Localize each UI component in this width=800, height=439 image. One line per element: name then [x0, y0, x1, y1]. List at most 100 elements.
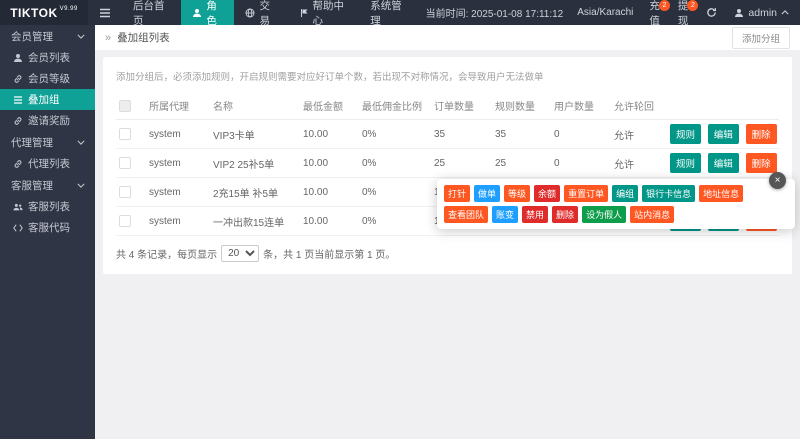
add-group-button[interactable]: 添加分组 [732, 27, 790, 49]
sidebar-item-overlay-group[interactable]: 叠加组 [0, 89, 95, 110]
table-row: system VIP3卡单 10.00 0% 35 35 0 允许 规则 编辑 … [116, 120, 779, 149]
row-checkbox[interactable] [119, 128, 131, 140]
table-header-row: 所属代理 名称 最低金额 最低佣金比例 订单数量 规则数量 用户数量 允许轮回 [116, 92, 779, 120]
sidebar-item-label: 代理列表 [28, 156, 70, 171]
bank-card-info-button[interactable]: 银行卡信息 [642, 185, 695, 202]
withdraw-link[interactable]: 提现 2 [669, 0, 698, 25]
sidebar-section-agent-management[interactable]: 代理管理 [0, 131, 95, 153]
cell-name: 一冲出款15连单 [210, 207, 300, 236]
sidebar-section-label: 会员管理 [11, 29, 53, 44]
cell-agent: system [146, 178, 210, 207]
main-content: » 叠加组列表 添加分组 添加分组后，必须添加规则，开启规则需要对应好订单个数，… [95, 25, 800, 439]
top-nav: 后台首页 角色 交易 帮助中心 系统管理 [122, 0, 419, 25]
select-all-checkbox[interactable] [119, 100, 131, 112]
cell-min-commission: 0% [359, 178, 431, 207]
view-team-button[interactable]: 查看团队 [444, 206, 488, 223]
cell-min-amount: 10.00 [300, 207, 359, 236]
delete-user-button[interactable]: 删除 [552, 206, 578, 223]
group-assign-button[interactable]: 编组 [612, 185, 638, 202]
make-order-button[interactable]: 做单 [474, 185, 500, 202]
rule-button[interactable]: 规则 [670, 153, 701, 173]
nav-item-role[interactable]: 角色 [181, 0, 234, 25]
nav-label: 后台首页 [133, 0, 170, 28]
rule-button[interactable]: 规则 [670, 124, 701, 144]
cell-min-amount: 10.00 [300, 178, 359, 207]
nav-item-system[interactable]: 系统管理 [359, 0, 418, 25]
site-message-button[interactable]: 站内消息 [630, 206, 674, 223]
nav-item-trade[interactable]: 交易 [234, 0, 287, 25]
refresh-button[interactable] [697, 7, 726, 18]
sidebar-section-service-management[interactable]: 客服管理 [0, 174, 95, 196]
address-info-button[interactable]: 地址信息 [699, 185, 743, 202]
link-icon [13, 74, 23, 84]
logo-version: V9.99 [60, 6, 78, 12]
user-icon [192, 8, 202, 18]
link-icon [13, 159, 23, 169]
user-actions-popup: 打针 做单 等级 余额 重置订单 编组 银行卡信息 地址信息 查看团队 账变 禁… [437, 179, 795, 229]
nav-item-dashboard[interactable]: 后台首页 [122, 0, 181, 25]
recharge-link[interactable]: 充值 2 [640, 0, 669, 25]
level-button[interactable]: 等级 [504, 185, 530, 202]
user-icon [13, 53, 23, 63]
disable-button[interactable]: 禁用 [522, 206, 548, 223]
nav-label: 交易 [259, 0, 276, 28]
pagination-suffix: 条，共 1 页当前显示第 1 页。 [263, 246, 395, 261]
account-change-button[interactable]: 账变 [492, 206, 518, 223]
nav-item-help-center[interactable]: 帮助中心 [288, 0, 360, 25]
delete-button[interactable]: 删除 [746, 153, 777, 173]
logo[interactable]: TIKTOK V9.99 [0, 0, 88, 25]
notice-text: 添加分组后，必须添加规则，开启规则需要对应好订单个数，若出现不对称情况，会导致用… [103, 57, 792, 92]
breadcrumb-bar: » 叠加组列表 添加分组 [95, 25, 800, 50]
cell-agent: system [146, 120, 210, 149]
cell-order-count: 35 [431, 120, 492, 149]
column-header-actions [667, 92, 779, 120]
groups-card: 添加分组后，必须添加规则，开启规则需要对应好订单个数，若出现不对称情况，会导致用… [103, 57, 792, 274]
flag-icon [299, 8, 309, 18]
sidebar-item-label: 客服代码 [28, 220, 70, 235]
sidebar-item-service-code[interactable]: 客服代码 [0, 217, 95, 238]
menu-toggle-icon[interactable] [88, 0, 122, 25]
users-icon [13, 202, 23, 212]
table-row: system VIP2 25补5单 10.00 0% 25 25 0 允许 规则… [116, 149, 779, 178]
sidebar-item-label: 叠加组 [28, 92, 60, 107]
topbar: TIKTOK V9.99 后台首页 角色 交易 帮助中心 系统管理 当前时间: … [0, 0, 800, 25]
timezone-select[interactable]: Asia/Karachi [570, 7, 640, 18]
reset-orders-button[interactable]: 重置订单 [564, 185, 608, 202]
list-icon [13, 95, 23, 105]
row-checkbox[interactable] [119, 215, 131, 227]
chevron-down-icon [77, 140, 85, 145]
close-icon[interactable]: × [769, 172, 786, 189]
withdraw-badge: 2 [687, 0, 698, 11]
cell-user-count: 0 [551, 120, 611, 149]
delete-button[interactable]: 删除 [746, 124, 777, 144]
sidebar-item-invite-reward[interactable]: 邀请奖励 [0, 110, 95, 131]
edit-button[interactable]: 编辑 [708, 153, 739, 173]
chevron-up-icon [781, 10, 789, 15]
inject-button[interactable]: 打针 [444, 185, 470, 202]
balance-button[interactable]: 余额 [534, 185, 560, 202]
row-checkbox[interactable] [119, 157, 131, 169]
column-header-name: 名称 [210, 92, 300, 120]
chevron-down-icon [77, 34, 85, 39]
nav-label: 系统管理 [370, 0, 407, 28]
user-avatar-icon [734, 8, 744, 18]
set-as-bot-button[interactable]: 设为假人 [582, 206, 626, 223]
username: admin [748, 7, 777, 19]
nav-label: 角色 [206, 0, 223, 28]
page-size-select[interactable]: 20 [221, 245, 259, 262]
sidebar-item-member-level[interactable]: 会员等级 [0, 68, 95, 89]
column-header-agent: 所属代理 [146, 92, 210, 120]
pagination-prefix: 共 4 条记录，每页显示 [116, 246, 217, 261]
refresh-icon [706, 7, 717, 18]
sidebar-item-agent-list[interactable]: 代理列表 [0, 153, 95, 174]
sidebar-section-member-management[interactable]: 会员管理 [0, 25, 95, 47]
cell-rule-count: 25 [492, 149, 551, 178]
row-checkbox[interactable] [119, 186, 131, 198]
user-menu[interactable]: admin [726, 7, 800, 19]
cell-allow-loop: 允许 [611, 120, 667, 149]
sidebar-item-service-list[interactable]: 客服列表 [0, 196, 95, 217]
column-header-min-commission: 最低佣金比例 [359, 92, 431, 120]
edit-button[interactable]: 编辑 [708, 124, 739, 144]
column-header-allow-loop: 允许轮回 [611, 92, 667, 120]
sidebar-item-member-list[interactable]: 会员列表 [0, 47, 95, 68]
